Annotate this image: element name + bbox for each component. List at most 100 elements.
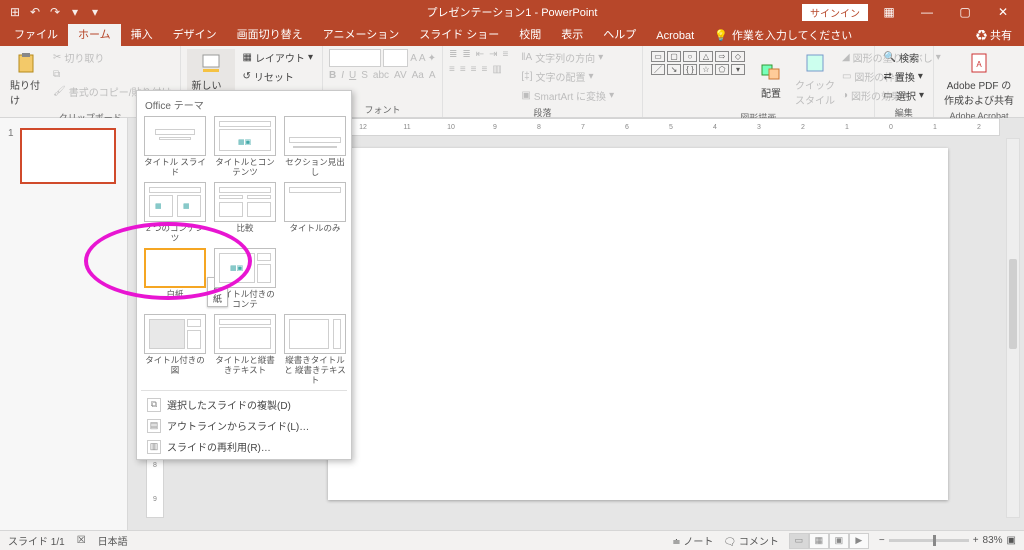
copy-button[interactable]: ⧉	[50, 68, 174, 81]
paste-button[interactable]: 貼り付け	[6, 49, 46, 109]
zoom-out-icon[interactable]: −	[879, 535, 885, 546]
adobe-pdf-button[interactable]: A Adobe PDF の 作成および共有	[940, 49, 1018, 109]
justify-icon[interactable]: ≡	[482, 64, 488, 75]
save-icon[interactable]: ⊞	[8, 5, 22, 19]
close-button[interactable]: ✕	[986, 0, 1020, 24]
layout-preview	[214, 314, 276, 354]
tab-insert[interactable]: 挿入	[121, 23, 163, 46]
scrollbar-thumb[interactable]	[1009, 259, 1017, 349]
signin-button[interactable]: サインイン	[802, 4, 868, 21]
layout-button[interactable]: ▦ レイアウト ▾	[239, 49, 315, 66]
language-label[interactable]: 日本語	[98, 533, 128, 548]
italic-button[interactable]: I	[341, 70, 344, 81]
tab-design[interactable]: デザイン	[163, 23, 227, 46]
quick-styles-button[interactable]: クイック スタイル	[795, 49, 835, 109]
replace-button[interactable]: ⇄ 置換 ▾	[881, 68, 927, 85]
arrange-button[interactable]: 配置	[751, 49, 791, 109]
reset-button[interactable]: ↺ リセット	[239, 68, 315, 85]
minimize-button[interactable]: —	[910, 0, 944, 24]
underline-button[interactable]: U	[349, 70, 356, 81]
tab-file[interactable]: ファイル	[4, 23, 68, 46]
clear-format-icon[interactable]: ✦	[428, 53, 436, 64]
view-normal-icon[interactable]: ▭	[789, 533, 809, 549]
columns-icon[interactable]: ▥	[492, 64, 501, 75]
bold-button[interactable]: B	[329, 70, 336, 81]
indent-inc-icon[interactable]: ⇥	[489, 49, 497, 60]
text-direction-button[interactable]: ‖A 文字列の方向 ▾	[518, 49, 617, 66]
scrollbar-vertical[interactable]	[1006, 138, 1020, 518]
tab-review[interactable]: 校閲	[509, 23, 551, 46]
zoom-level[interactable]: 83%	[983, 535, 1003, 546]
customize-qat-icon[interactable]: ▾	[88, 5, 102, 19]
thumbnail-preview[interactable]	[20, 128, 116, 184]
slides-from-outline-menuitem[interactable]: ▤アウトラインからスライド(L)…	[141, 415, 347, 436]
share-button[interactable]: ♻ 共有	[964, 24, 1024, 46]
layout-option-11[interactable]: 縦書きタイトルと 縦書きテキスト	[283, 314, 347, 385]
tell-me[interactable]: 💡作業を入力してください	[704, 24, 862, 46]
start-slideshow-icon[interactable]: ▾	[68, 5, 82, 19]
tab-view[interactable]: 表示	[551, 23, 593, 46]
layout-option-3[interactable]: ▦▦2 つのコンテンツ	[143, 182, 207, 244]
smartart-button[interactable]: ▣ SmartArt に変換 ▾	[518, 87, 617, 104]
slide-thumbnails[interactable]: 1	[0, 118, 128, 530]
font-color-button[interactable]: A	[429, 70, 436, 81]
find-button[interactable]: 🔍 検索	[881, 49, 927, 66]
lightbulb-icon: 💡	[714, 29, 728, 42]
tab-acrobat[interactable]: Acrobat	[646, 27, 704, 46]
tab-animations[interactable]: アニメーション	[313, 23, 410, 46]
view-slideshow-icon[interactable]: ▶	[849, 533, 869, 549]
font-size[interactable]	[383, 49, 408, 67]
case-button[interactable]: Aa	[412, 70, 424, 81]
duplicate-slide-menuitem[interactable]: ⧉選択したスライドの複製(D)	[141, 394, 347, 415]
layout-option-6[interactable]: 白紙白紙	[143, 248, 207, 310]
layout-label: タイトル付きの図	[143, 356, 207, 376]
shadow-button[interactable]: abc	[373, 70, 389, 81]
slide[interactable]	[328, 148, 948, 500]
spacing-button[interactable]: AV	[394, 70, 407, 81]
indent-dec-icon[interactable]: ⇤	[476, 49, 484, 60]
layout-option-5[interactable]: タイトルのみ	[283, 182, 347, 244]
grow-font-icon[interactable]: A	[410, 53, 417, 64]
reuse-slides-menuitem[interactable]: ▥スライドの再利用(R)…	[141, 436, 347, 457]
cut-button[interactable]: ✂ 切り取り	[50, 49, 174, 66]
fit-window-icon[interactable]: ▣	[1007, 535, 1016, 546]
align-text-button[interactable]: [‡] 文字の配置 ▾	[518, 68, 617, 85]
numbering-icon[interactable]: ≣	[462, 49, 470, 60]
align-center-icon[interactable]: ≡	[460, 64, 466, 75]
maximize-button[interactable]: ▢	[948, 0, 982, 24]
tab-transitions[interactable]: 画面切り替え	[227, 23, 313, 46]
layout-option-4[interactable]: 比較	[213, 182, 277, 244]
layout-option-2[interactable]: セクション見出し	[283, 116, 347, 178]
new-slide-gallery: Office テーマ タイトル スライド▦▣タイトルとコンテンツセクション見出し…	[136, 90, 352, 460]
zoom-control[interactable]: − + 83% ▣	[879, 535, 1016, 546]
redo-icon[interactable]: ↷	[48, 5, 62, 19]
layout-option-1[interactable]: ▦▣タイトルとコンテンツ	[213, 116, 277, 178]
layout-option-9[interactable]: タイトル付きの図	[143, 314, 207, 385]
tab-home[interactable]: ホーム	[68, 23, 121, 46]
arrange-icon	[759, 59, 783, 83]
ribbon-tabs: ファイル ホーム 挿入 デザイン 画面切り替え アニメーション スライド ショー…	[0, 24, 1024, 46]
view-reading-icon[interactable]: ▣	[829, 533, 849, 549]
select-button[interactable]: ▭ 選択 ▾	[881, 87, 927, 104]
view-sorter-icon[interactable]: ▦	[809, 533, 829, 549]
zoom-in-icon[interactable]: +	[973, 535, 979, 546]
shapes-gallery[interactable]: ▭▢○△⇨◇ ／↘{ }☆⬠▾	[649, 49, 747, 109]
line-spacing-icon[interactable]: ≡	[503, 49, 509, 60]
thumbnail-1[interactable]: 1	[8, 128, 119, 184]
tab-slideshow[interactable]: スライド ショー	[409, 23, 509, 46]
ribbon-options-icon[interactable]: ▦	[872, 0, 906, 24]
layout-option-10[interactable]: タイトルと縦書きテキスト	[213, 314, 277, 385]
undo-icon[interactable]: ↶	[28, 5, 42, 19]
bullets-icon[interactable]: ≣	[449, 49, 457, 60]
layout-option-0[interactable]: タイトル スライド	[143, 116, 207, 178]
align-right-icon[interactable]: ≡	[471, 64, 477, 75]
align-left-icon[interactable]: ≡	[449, 64, 455, 75]
notes-button[interactable]: ≐ ノート	[672, 533, 713, 548]
spellcheck-icon[interactable]: ☒	[77, 535, 86, 546]
shrink-font-icon[interactable]: A	[419, 53, 426, 64]
strike-button[interactable]: S	[361, 70, 368, 81]
font-name[interactable]	[329, 49, 381, 67]
zoom-slider[interactable]	[889, 539, 969, 542]
comments-button[interactable]: 🗨 コメント	[723, 533, 778, 548]
tab-help[interactable]: ヘルプ	[593, 23, 646, 46]
